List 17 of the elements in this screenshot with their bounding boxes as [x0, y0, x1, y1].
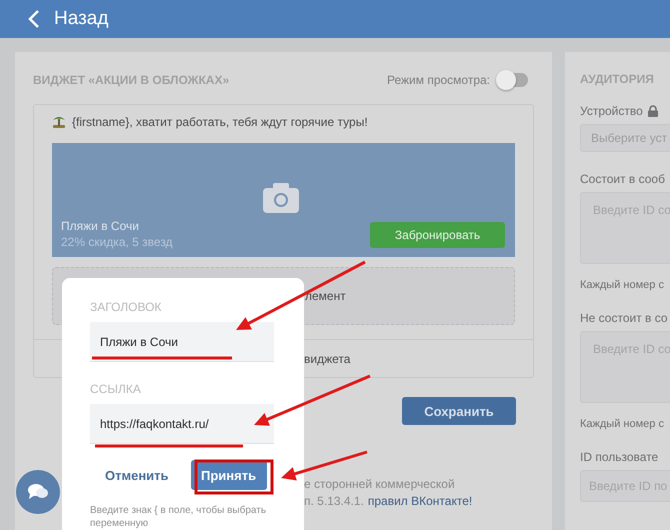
- field-label: ЗАГОЛОВОК: [90, 300, 162, 314]
- cover-subtitle: 22% скидка, 5 звезд: [61, 235, 173, 249]
- preview-mode-label: Режим просмотра:: [386, 73, 490, 87]
- cover-title: Пляжи в Сочи: [61, 219, 140, 233]
- add-element-text: лемент: [305, 289, 346, 303]
- field-hint: Каждый номер с: [580, 418, 665, 430]
- field-label: Не состоит в со: [580, 311, 668, 325]
- field-hint: Каждый номер с: [580, 279, 665, 291]
- widget-footer-text: виджета: [304, 352, 350, 366]
- field-label: ID пользовате: [580, 450, 658, 464]
- field-label: Устройство: [580, 104, 643, 118]
- notice-text: п. 5.13.4.1.: [304, 494, 364, 508]
- hint-text: Введите знак { в поле, чтобы выбрать переменную: [90, 504, 268, 530]
- notice-text: е сторонней коммерческой: [304, 477, 456, 491]
- message-text: {firstname}, хватит работать, тебя ждут горячие туры!: [72, 115, 368, 129]
- field-label: ССЫЛКА: [90, 382, 142, 396]
- field-label: Состоит в сооб: [580, 172, 665, 186]
